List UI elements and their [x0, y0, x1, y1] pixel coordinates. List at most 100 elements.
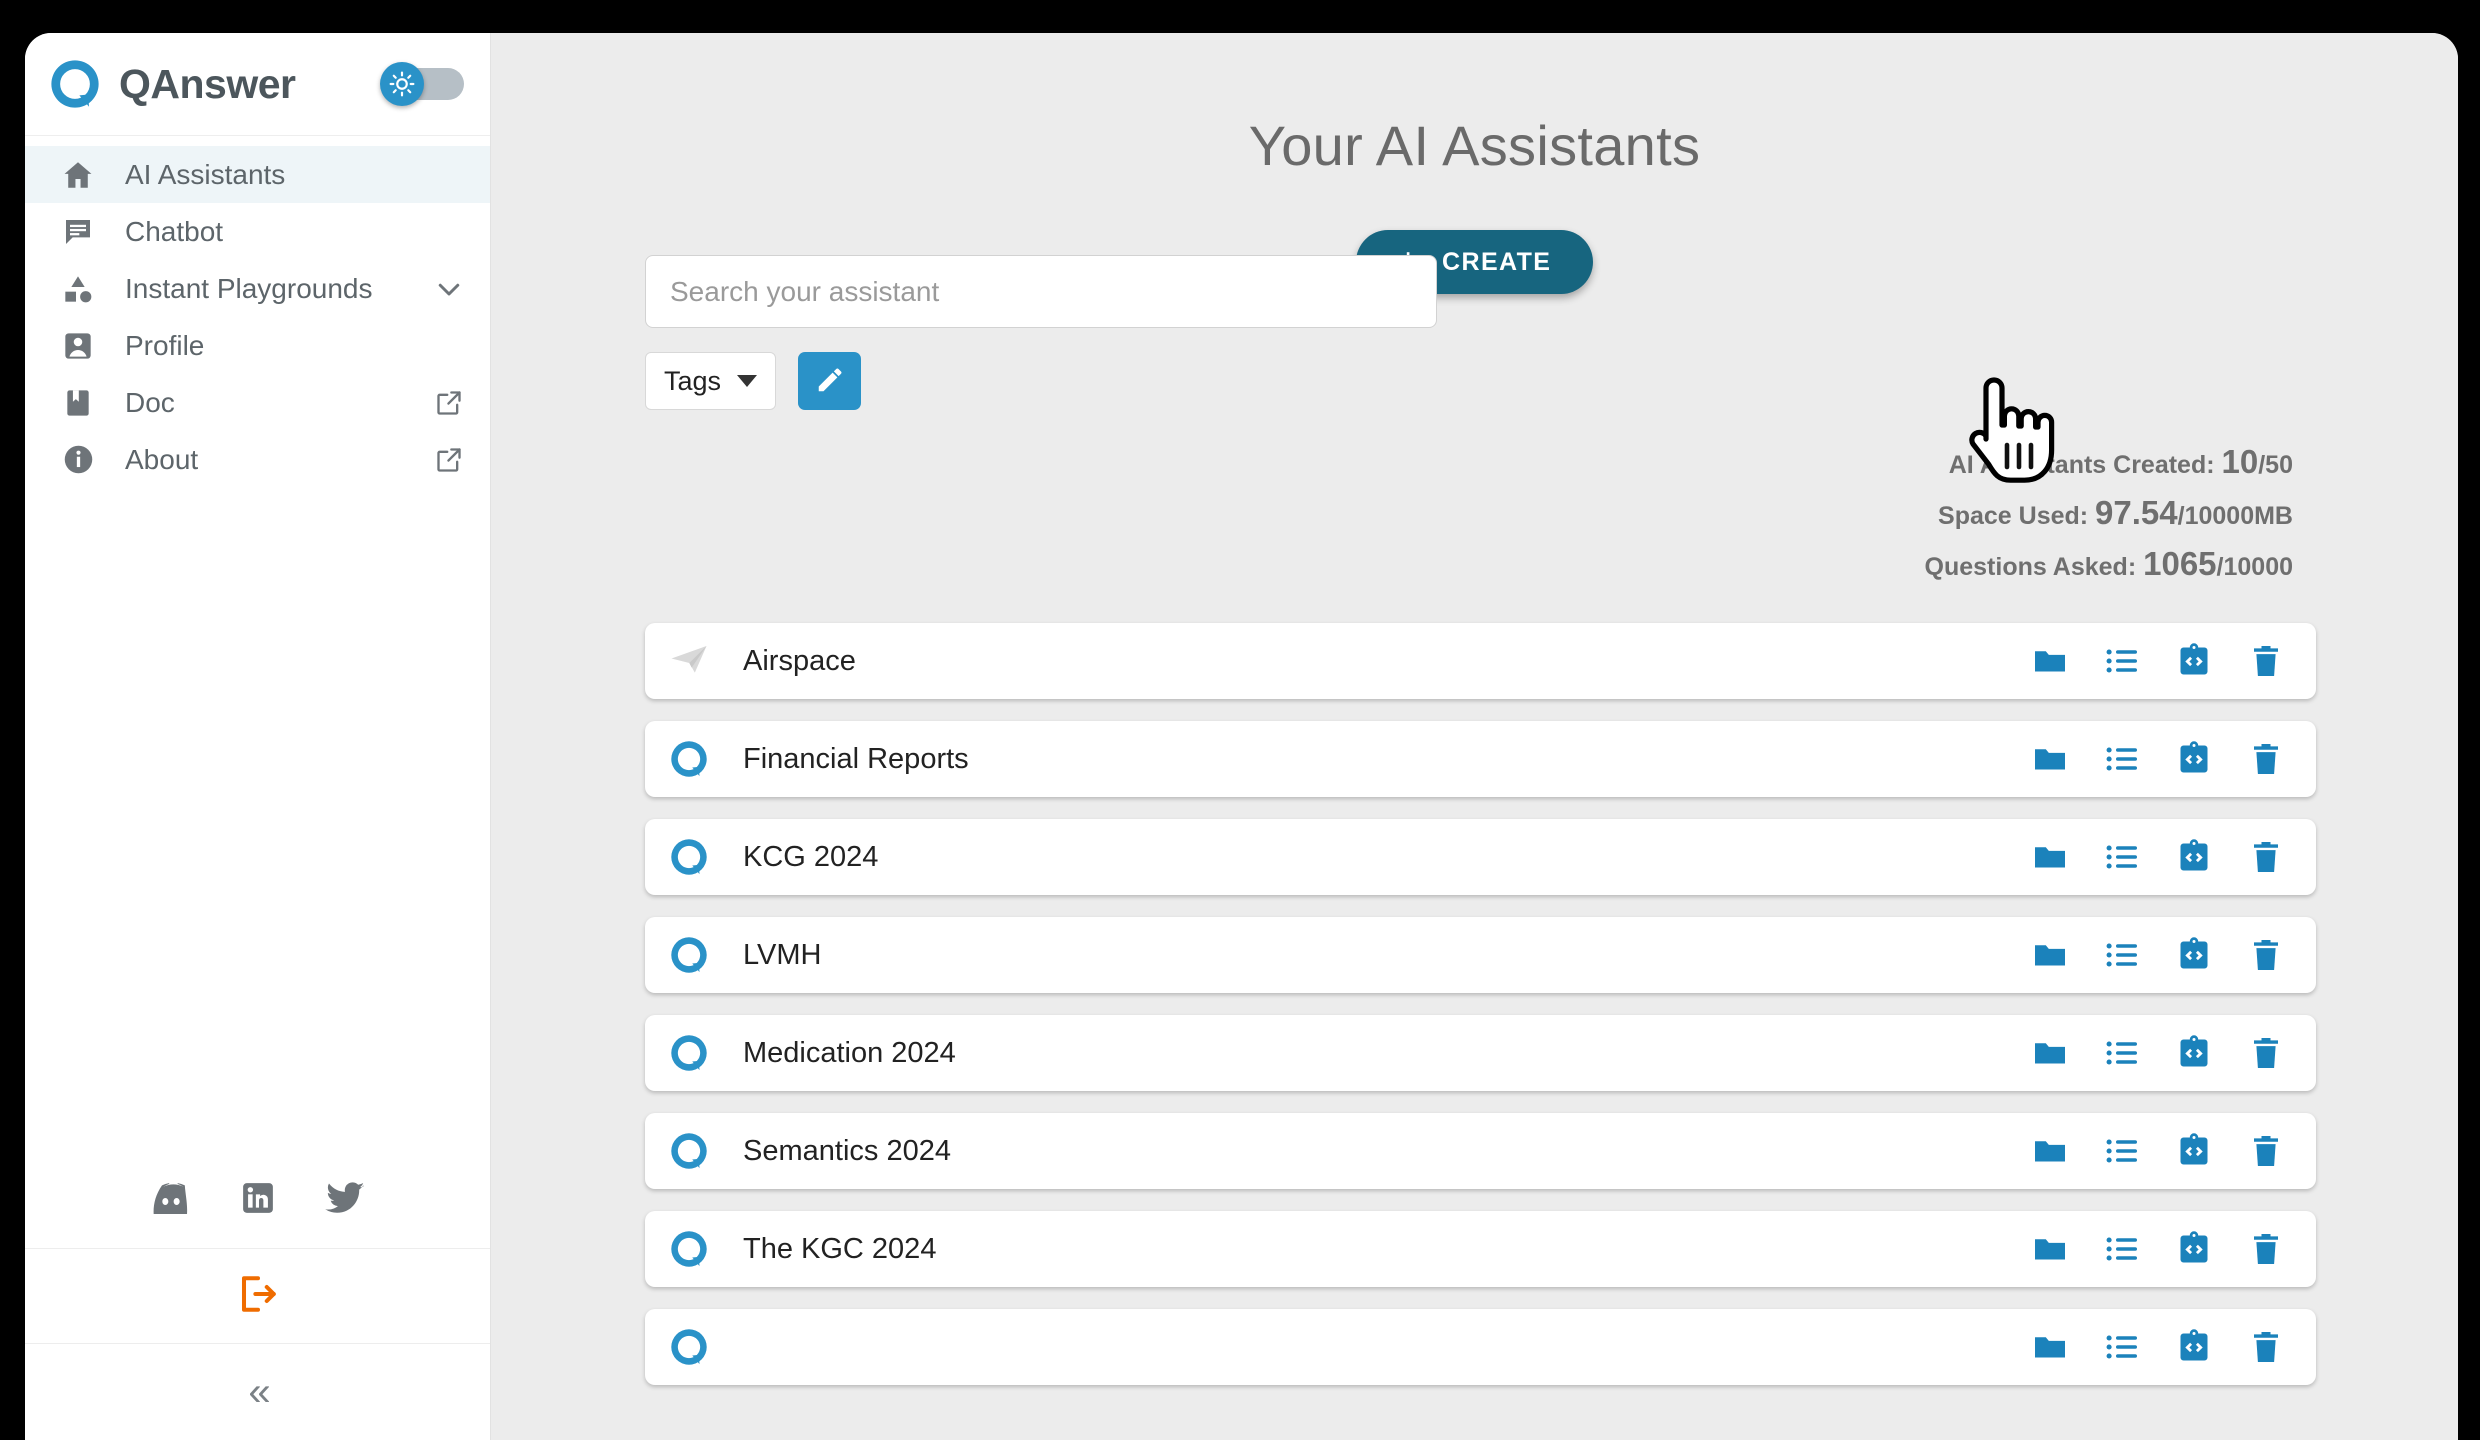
list-icon[interactable]	[2102, 1229, 2142, 1269]
linkedin-icon[interactable]	[241, 1181, 275, 1220]
assistant-row[interactable]: Medication 2024	[645, 1015, 2316, 1091]
app-window: QAnswer AI Assistants Chatbot Instant Pl…	[25, 33, 2458, 1440]
assistant-row-actions	[2030, 935, 2286, 975]
assistant-row[interactable]: The KGC 2024	[645, 1211, 2316, 1287]
assistant-name: Medication 2024	[743, 1036, 956, 1069]
quota-assistants: AI Assistants Created: 10/50	[1925, 445, 2293, 478]
list-icon[interactable]	[2102, 837, 2142, 877]
qanswer-logo-icon	[667, 933, 711, 977]
qanswer-logo-icon	[667, 1227, 711, 1271]
main-content: Your AI Assistants + CREATE Tags	[491, 33, 2458, 1440]
sidebar-item-label: AI Assistants	[125, 158, 286, 190]
twitter-icon[interactable]	[324, 1181, 365, 1220]
folder-icon[interactable]	[2030, 1229, 2070, 1269]
embed-code-icon[interactable]	[2174, 1131, 2214, 1171]
assistants-list: Airspace Financial Reports KCG 2024 LVMH…	[645, 623, 2316, 1440]
folder-icon[interactable]	[2030, 1033, 2070, 1073]
assistant-row[interactable]: KCG 2024	[645, 819, 2316, 895]
logout-icon	[237, 1273, 279, 1320]
pencil-icon	[815, 365, 845, 398]
sidebar-item-profile[interactable]: Profile	[25, 317, 490, 374]
tags-dropdown-button[interactable]: Tags	[645, 352, 777, 410]
quota-questions-used: 1065	[2143, 545, 2217, 582]
list-icon[interactable]	[2102, 1033, 2142, 1073]
list-icon[interactable]	[2102, 739, 2142, 779]
list-icon[interactable]	[2102, 641, 2142, 681]
assistant-name: Airspace	[743, 644, 856, 677]
brand-header: QAnswer	[25, 33, 490, 136]
trash-icon[interactable]	[2246, 1131, 2286, 1171]
assistant-name: The KGC 2024	[743, 1232, 937, 1265]
assistant-row[interactable]: Semantics 2024	[645, 1113, 2316, 1189]
sidebar-item-label: Instant Playgrounds	[125, 272, 373, 304]
trash-icon[interactable]	[2246, 837, 2286, 877]
assistant-name: KCG 2024	[743, 840, 879, 873]
shapes-icon	[59, 270, 97, 308]
bookmark-icon	[59, 384, 97, 422]
discord-icon[interactable]	[151, 1182, 191, 1221]
assistant-row[interactable]: LVMH	[645, 917, 2316, 993]
trash-icon[interactable]	[2246, 1327, 2286, 1367]
embed-code-icon[interactable]	[2174, 1229, 2214, 1269]
trash-icon[interactable]	[2246, 935, 2286, 975]
assistant-name: Semantics 2024	[743, 1134, 951, 1167]
sidebar-item-chatbot[interactable]: Chatbot	[25, 203, 490, 260]
embed-code-icon[interactable]	[2174, 1033, 2214, 1073]
embed-code-icon[interactable]	[2174, 641, 2214, 681]
quota-space: Space Used: 97.54/10000MB	[1925, 496, 2293, 529]
qanswer-logo-icon	[667, 1031, 711, 1075]
trash-icon[interactable]	[2246, 739, 2286, 779]
assistant-row[interactable]: Financial Reports	[645, 721, 2316, 797]
sidebar-item-about[interactable]: About	[25, 431, 490, 488]
embed-code-icon[interactable]	[2174, 1327, 2214, 1367]
folder-icon[interactable]	[2030, 1131, 2070, 1171]
theme-toggle[interactable]	[380, 62, 464, 106]
embed-code-icon[interactable]	[2174, 739, 2214, 779]
chevron-down-icon[interactable]	[434, 274, 464, 304]
sidebar-item-label: Profile	[125, 329, 205, 361]
quota-questions: Questions Asked: 1065/10000	[1925, 547, 2293, 580]
trash-icon[interactable]	[2246, 641, 2286, 681]
quota-space-used: 97.54	[2095, 494, 2178, 531]
quota-questions-total: /10000	[2216, 553, 2293, 581]
list-icon[interactable]	[2102, 1131, 2142, 1171]
sidebar-item-doc[interactable]: Doc	[25, 374, 490, 431]
search-input[interactable]	[645, 255, 1437, 328]
quota-space-total: /10000MB	[2177, 502, 2293, 530]
embed-code-icon[interactable]	[2174, 837, 2214, 877]
toolbar: Tags	[645, 255, 2445, 410]
quota-assistants-label: AI Assistants Created:	[1948, 451, 2215, 479]
trash-icon[interactable]	[2246, 1229, 2286, 1269]
assistant-name: Financial Reports	[743, 742, 969, 775]
folder-icon[interactable]	[2030, 837, 2070, 877]
assistant-row[interactable]	[645, 1309, 2316, 1385]
collapse-sidebar-button[interactable]: «	[25, 1344, 490, 1440]
social-links	[25, 1153, 490, 1249]
assistant-row-actions	[2030, 641, 2286, 681]
external-link-icon[interactable]	[434, 388, 464, 418]
chat-icon	[59, 213, 97, 251]
assistant-row[interactable]: Airspace	[645, 623, 2316, 699]
folder-icon[interactable]	[2030, 739, 2070, 779]
info-icon	[59, 441, 97, 479]
qanswer-logo-icon	[667, 835, 711, 879]
sidebar-item-ai-assistants[interactable]: AI Assistants	[25, 146, 490, 203]
folder-icon[interactable]	[2030, 641, 2070, 681]
person-icon	[59, 327, 97, 365]
assistant-row-actions	[2030, 1229, 2286, 1269]
folder-icon[interactable]	[2030, 1327, 2070, 1367]
tags-button-label: Tags	[664, 365, 722, 396]
folder-icon[interactable]	[2030, 935, 2070, 975]
sidebar: QAnswer AI Assistants Chatbot Instant Pl…	[25, 33, 491, 1440]
embed-code-icon[interactable]	[2174, 935, 2214, 975]
assistant-row-actions	[2030, 1327, 2286, 1367]
chevron-down-icon	[737, 375, 758, 387]
edit-tags-button[interactable]	[798, 352, 862, 410]
sidebar-item-instant-playgrounds[interactable]: Instant Playgrounds	[25, 260, 490, 317]
sun-icon	[380, 62, 424, 106]
external-link-icon[interactable]	[434, 445, 464, 475]
logout-button[interactable]	[25, 1249, 490, 1344]
trash-icon[interactable]	[2246, 1033, 2286, 1073]
list-icon[interactable]	[2102, 1327, 2142, 1367]
list-icon[interactable]	[2102, 935, 2142, 975]
